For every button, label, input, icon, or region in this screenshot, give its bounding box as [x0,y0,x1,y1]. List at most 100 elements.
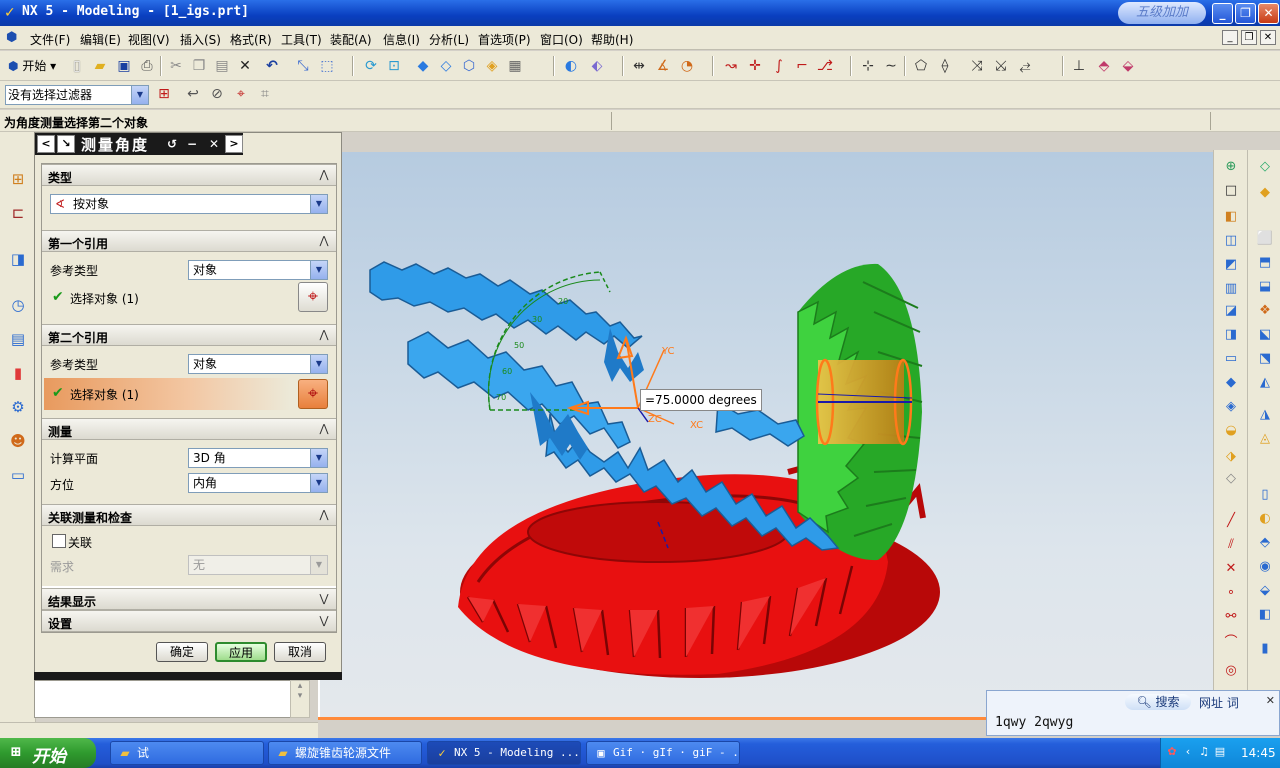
slot-icon[interactable]: ▭ [1222,350,1240,368]
chevron-up-icon[interactable]: ⋀ [316,507,332,523]
volume-icon[interactable]: ♫ [1197,745,1211,759]
chevron-up-icon[interactable]: ⋀ [316,421,332,437]
trim-curve-icon[interactable]: ⎇ [816,57,834,75]
revolve-icon[interactable]: ◫ [1222,232,1240,250]
type-section-header[interactable]: 类型 ⋀ [42,164,336,186]
compute-plane-select[interactable]: 3D 角 ▼ [188,448,328,468]
sew-icon[interactable]: ⬔ [1256,350,1274,368]
chevron-down-icon[interactable]: ⋁ [316,613,332,629]
datum-icon[interactable]: ◎ [1222,662,1240,680]
info-scrollbar[interactable]: ▴ ▾ [290,680,310,718]
ime-links[interactable]: 网址 词 [1199,694,1239,711]
doc-close-button[interactable]: ✕ [1260,30,1276,45]
menu-tools[interactable]: 工具(T) [281,31,322,48]
app-menu-icon[interactable]: ⬢ [6,30,22,46]
surface-icon[interactable]: ◇ [1256,158,1274,176]
menu-info[interactable]: 信息(I) [383,31,420,48]
direction-icon[interactable]: ⊥ [1070,57,1088,75]
component-icon[interactable]: ⬙ [1119,57,1137,75]
print-icon[interactable]: ⎙ [138,57,156,75]
settings-section-header[interactable]: 设置 ⋁ [42,610,336,632]
task-gif-tool[interactable]: ▣ Gif · gIf · giF - ... [586,741,740,765]
doc-restore-button[interactable]: ❐ [1241,30,1257,45]
chevron-up-icon[interactable]: ⋀ [316,233,332,249]
section-icon[interactable]: ▯ [1256,486,1274,504]
history-icon[interactable]: ◷ [7,294,29,316]
selection-filter-select[interactable]: 没有选择过滤器 ▼ [5,85,149,105]
hole-icon[interactable]: ◩ [1222,256,1240,274]
box-icon[interactable]: □ [1222,182,1240,200]
analysis-icon[interactable]: ◔ [678,57,696,75]
fillet-curve-icon[interactable]: ⌐ [793,57,811,75]
fillet-icon[interactable]: ⌒ [1222,634,1240,652]
feature-icon[interactable]: ◐ [562,57,580,75]
chevron-up-icon[interactable]: ⋀ [316,327,332,343]
palette-icon[interactable]: ▮ [7,362,29,384]
collapse-left-icon[interactable]: < [37,135,55,153]
menu-window[interactable]: 窗口(O) [540,31,583,48]
chevron-down-icon[interactable]: ⋁ [316,591,332,607]
system-scenes-icon[interactable]: ▭ [7,464,29,486]
shape-icon[interactable]: ⬠ [912,57,930,75]
ruled-icon[interactable]: ⬓ [1256,278,1274,296]
shell-icon[interactable]: ◇ [1222,470,1240,488]
menu-help[interactable]: 帮助(H) [591,31,633,48]
intersect-icon[interactable]: ✛ [746,57,764,75]
close-button[interactable]: ✕ [1258,3,1279,24]
snap-point-icon[interactable]: ⊞ [155,85,173,103]
ref2-type-select[interactable]: 对象 ▼ [188,354,328,374]
menu-preferences[interactable]: 首选项(P) [478,31,531,48]
studio-view-icon[interactable]: ◈ [483,57,501,75]
chevron-up-icon[interactable]: ⋀ [316,167,332,183]
cross-icon[interactable]: ✕ [1222,560,1240,578]
deselect-icon[interactable]: ⊘ [208,85,226,103]
patch-icon[interactable]: ◭ [1256,374,1274,392]
offset-curve-icon[interactable]: ⤩ [992,57,1010,75]
curve-tool-icon[interactable]: ⤨ [968,57,986,75]
arc-icon[interactable]: ⫽ [1222,536,1240,554]
cylinder-icon[interactable]: ▮ [1256,640,1274,658]
results-section-header[interactable]: 结果显示 ⋁ [42,588,336,610]
menu-view[interactable]: 视图(V) [128,31,170,48]
replace-face-icon[interactable]: ◧ [1256,606,1274,624]
measure-angle-icon[interactable]: ∡ [654,57,672,75]
process-studio-icon[interactable]: ⚙ [7,396,29,418]
task-folder-gear-files[interactable]: ▰ 螺旋锥齿轮源文件 [268,741,422,765]
shaded-view-icon[interactable]: ◆ [414,57,432,75]
expand-right-icon[interactable]: > [225,135,243,153]
ok-button[interactable]: 确定 [156,642,208,662]
thicken-icon[interactable]: ◮ [1256,406,1274,424]
ref1-select-object-button[interactable]: ⌖ [298,282,328,312]
close-icon[interactable]: ✕ [1266,694,1275,707]
offset-surface-icon[interactable]: ❖ [1256,302,1274,320]
orientation-select[interactable]: 内角 ▼ [188,473,328,493]
draft-icon[interactable]: ⬙ [1256,582,1274,600]
ime-search-button[interactable]: 🔍︎ 搜索 [1125,694,1191,710]
cut-icon[interactable]: ✂ [167,57,185,75]
assembly-icon[interactable]: ⬘ [1095,57,1113,75]
chevron-left-icon[interactable]: ‹ [1181,745,1195,759]
curve-icon[interactable]: ↝ [722,57,740,75]
assembly-navigator-icon[interactable]: ⊞ [7,168,29,190]
menu-format[interactable]: 格式(R) [230,31,272,48]
circle-icon[interactable]: ⚯ [1222,608,1240,626]
sketch-icon[interactable]: ⟠ [936,57,954,75]
boss-icon[interactable]: ▥ [1222,280,1240,298]
type-select[interactable]: ∢ 按对象 ▼ [50,194,328,214]
first-reference-header[interactable]: 第一个引用 ⋀ [42,230,336,252]
tube-icon[interactable]: ◉ [1256,558,1274,576]
edit-face-icon[interactable]: ⬘ [1256,534,1274,552]
associative-checkbox[interactable] [52,534,66,548]
ref2-select-object-button[interactable]: ⌖ [298,379,328,409]
task-nx-modeling[interactable]: ✓ NX 5 - Modeling ... [427,741,581,765]
copy-icon[interactable]: ❐ [190,57,208,75]
swept-icon[interactable]: ⬒ [1256,254,1274,272]
wireframe-view-icon[interactable]: ⬡ [460,57,478,75]
doc-minimize-button[interactable]: _ [1222,30,1238,45]
associativity-section-header[interactable]: 关联测量和检查 ⋀ [42,504,336,526]
network-icon[interactable]: ▤ [1213,745,1227,759]
close-dialog-icon[interactable]: ✕ [205,135,223,153]
point-set-icon[interactable]: ∘ [1222,584,1240,602]
start-menu-button[interactable]: ⬢ 开始 ▾ [8,57,56,75]
pocket-icon[interactable]: ◪ [1222,302,1240,320]
